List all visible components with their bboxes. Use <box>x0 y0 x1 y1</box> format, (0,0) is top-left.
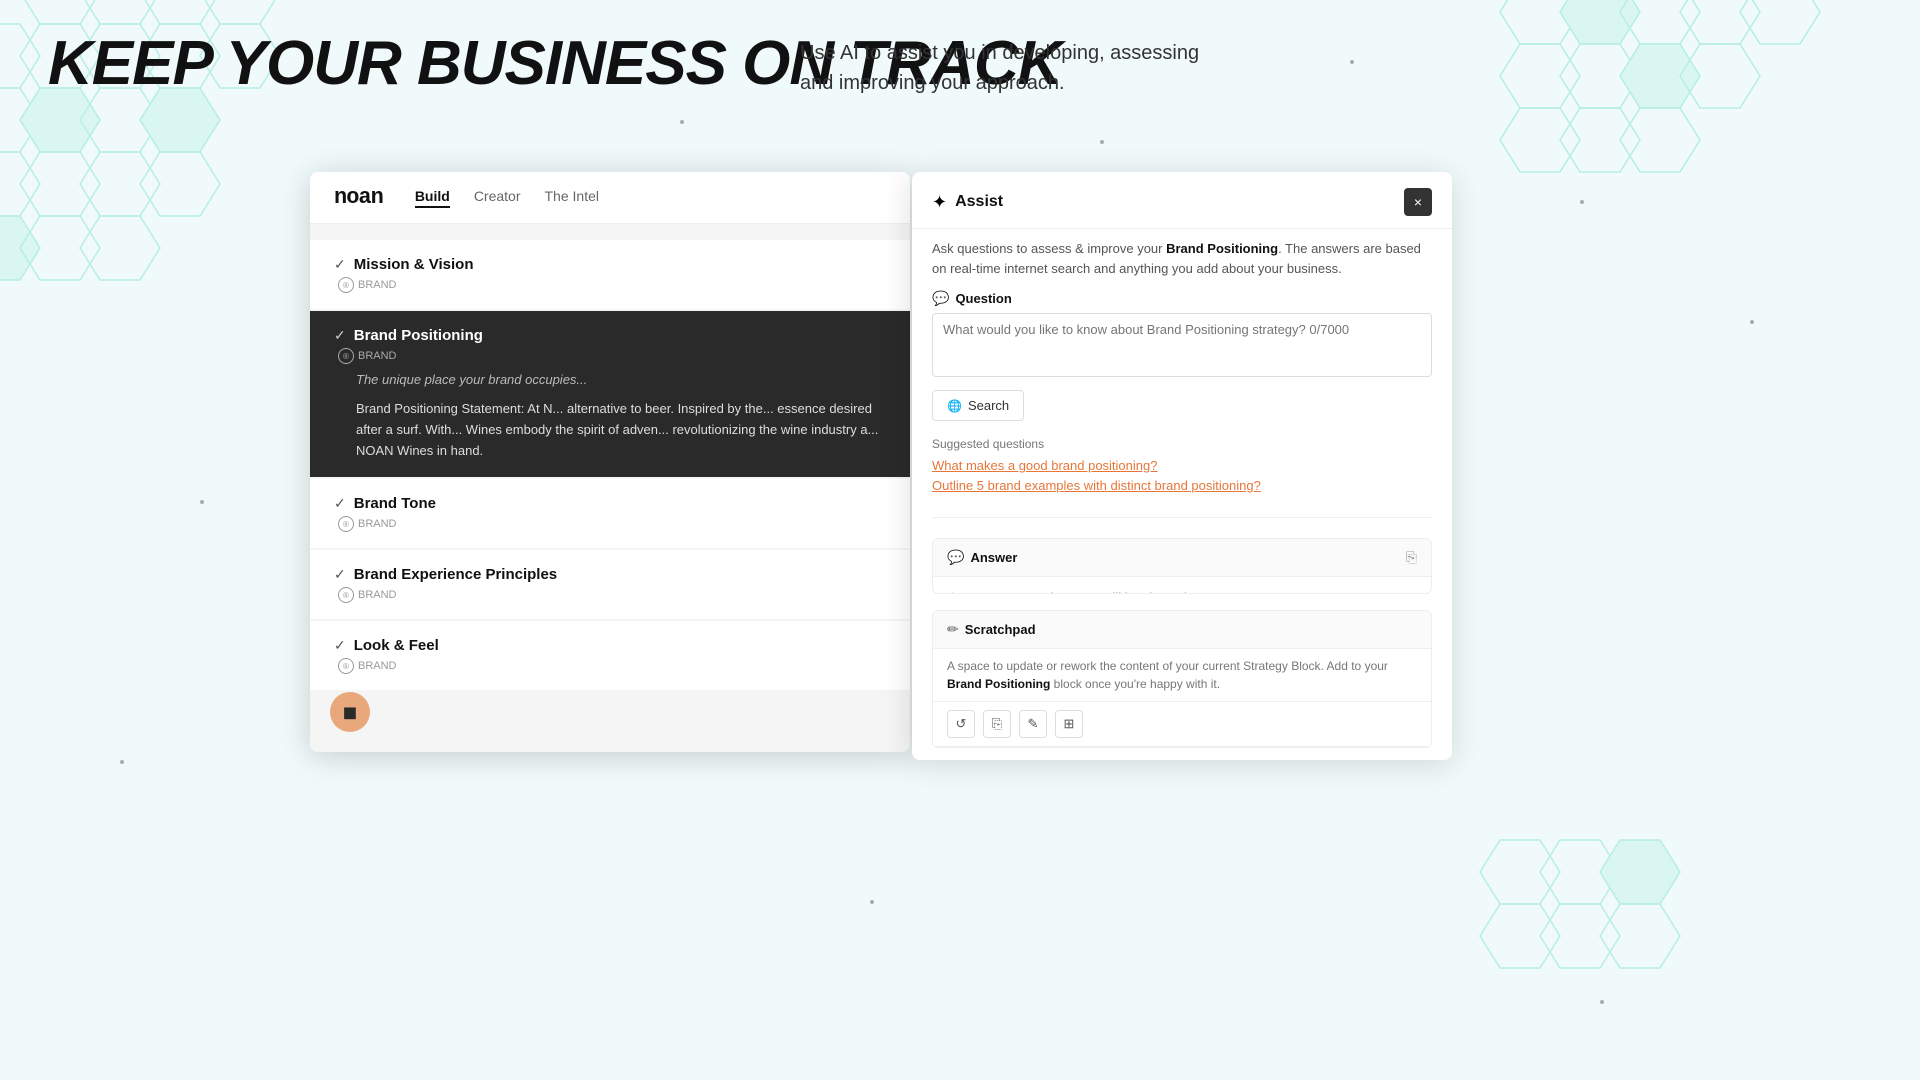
content-area: ✓ Mission & Vision ® BRAND ✓ Brand Posit… <box>310 224 910 752</box>
scratchpad-description: A space to update or rework the content … <box>933 649 1431 702</box>
brand-icon-experience: ® <box>338 587 354 603</box>
nav-tab-creator[interactable]: Creator <box>474 188 521 208</box>
strategy-item-experience[interactable]: ✓ Brand Experience Principles ® BRAND <box>310 550 910 619</box>
brand-badge-look: ® BRAND <box>338 658 886 674</box>
brand-label-mission: BRAND <box>358 279 397 291</box>
check-icon-experience: ✓ <box>334 566 346 583</box>
page-container: KEEP YOUR BUSINESS ON TRACK Use AI to as… <box>0 0 1920 1080</box>
positioning-content: Brand Positioning Statement: At N... alt… <box>356 399 886 461</box>
item-title-experience: Brand Experience Principles <box>354 566 557 583</box>
assist-description: Ask questions to assess & improve your B… <box>912 229 1452 278</box>
nav-tab-intel[interactable]: The Intel <box>545 188 599 208</box>
search-button[interactable]: 🌐 Search <box>932 390 1024 421</box>
answer-section-title: Answer <box>970 550 1017 565</box>
brand-badge-mission: ® BRAND <box>338 277 886 293</box>
answer-header: 💬 Answer ⎘ <box>933 539 1431 577</box>
close-icon: × <box>1414 194 1422 210</box>
nav-tab-build[interactable]: Build <box>415 188 450 208</box>
question-textarea[interactable] <box>932 313 1432 377</box>
answer-sparkle-icon: ✦ <box>947 589 959 595</box>
strategy-item-positioning[interactable]: ✓ Brand Positioning ® BRAND The unique p… <box>310 311 910 477</box>
page-subtitle: Use AI to assist you in developing, asse… <box>800 38 1220 98</box>
nav-tabs: Build Creator The Intel <box>415 188 599 208</box>
question-icon: 💬 <box>932 290 949 307</box>
assist-title-row: ✦ Assist <box>932 192 1003 213</box>
brand-icon-look: ® <box>338 658 354 674</box>
scratchpad-section: ✏ Scratchpad A space to update or rework… <box>932 610 1432 748</box>
answer-section: 💬 Answer ⎘ ✦ Your generated content will… <box>932 538 1432 595</box>
brand-icon-mission: ® <box>338 277 354 293</box>
answer-icon: 💬 <box>947 549 964 566</box>
item-title-mission: Mission & Vision <box>354 256 474 273</box>
scratchpad-actions: ↺ ⎘ ✎ ⊞ <box>933 702 1431 747</box>
scratchpad-tabs: Write Block Preview <box>933 747 1431 748</box>
strategy-item-tone[interactable]: ✓ Brand Tone ® BRAND <box>310 479 910 548</box>
item-title-tone: Brand Tone <box>354 495 436 512</box>
app-window: noan Build Creator The Intel ✓ Mission &… <box>310 172 910 752</box>
suggested-label: Suggested questions <box>932 437 1432 451</box>
brand-label-experience: BRAND <box>358 589 397 601</box>
assist-header: ✦ Assist × <box>912 172 1452 229</box>
search-icon: 🌐 <box>947 399 962 413</box>
suggested-questions: Suggested questions What makes a good br… <box>932 437 1432 497</box>
avatar-button[interactable]: ◼ <box>330 692 370 732</box>
avatar-icon: ◼ <box>343 702 358 723</box>
suggested-q-1-text[interactable]: What makes a good brand positioning? <box>932 458 1157 473</box>
scratchpad-title-row: ✏ Scratchpad <box>947 621 1036 638</box>
brand-badge-tone: ® BRAND <box>338 516 886 532</box>
answer-placeholder: Your generated content will be shown her… <box>965 590 1214 595</box>
item-title-look: Look & Feel <box>354 637 439 654</box>
scratchpad-title: Scratchpad <box>965 622 1036 637</box>
strategy-item-mission[interactable]: ✓ Mission & Vision ® BRAND <box>310 240 910 309</box>
brand-badge-positioning: ® BRAND <box>338 348 886 364</box>
divider-1 <box>932 517 1432 518</box>
answer-content: ✦ Your generated content will be shown h… <box>933 577 1431 595</box>
scratchpad-header: ✏ Scratchpad <box>933 611 1431 649</box>
action-btn-refresh[interactable]: ↺ <box>947 710 975 738</box>
question-section-title: Question <box>955 291 1011 306</box>
item-title-positioning: Brand Positioning <box>354 327 483 344</box>
check-icon-look: ✓ <box>334 637 346 654</box>
assist-desc-prefix: Ask questions to assess & improve your <box>932 241 1166 256</box>
brand-label-tone: BRAND <box>358 518 397 530</box>
assist-title: Assist <box>955 193 1003 211</box>
assist-panel: ✦ Assist × Ask questions to assess & imp… <box>912 172 1452 760</box>
brand-label-positioning: BRAND <box>358 350 397 362</box>
assist-body: 💬 Question 🌐 Search Suggested questions … <box>912 278 1452 760</box>
positioning-description: The unique place your brand occupies... <box>356 372 886 387</box>
brand-icon-tone: ® <box>338 516 354 532</box>
search-button-label: Search <box>968 398 1009 413</box>
scratchpad-icon: ✏ <box>947 621 959 638</box>
action-btn-edit[interactable]: ✎ <box>1019 710 1047 738</box>
assist-desc-subject: Brand Positioning <box>1166 241 1278 256</box>
scratchpad-tab-preview[interactable]: Block Preview <box>997 747 1111 748</box>
check-icon-positioning: ✓ <box>334 327 346 344</box>
action-btn-add[interactable]: ⊞ <box>1055 710 1083 738</box>
suggested-q-2[interactable]: Outline 5 brand examples with distinct b… <box>932 477 1432 497</box>
suggested-q-2-text[interactable]: Outline 5 brand examples with distinct b… <box>932 478 1261 493</box>
check-icon: ✓ <box>334 256 346 273</box>
scratchpad-tab-write[interactable]: Write <box>933 747 997 748</box>
brand-label-look: BRAND <box>358 660 397 672</box>
brand-badge-experience: ® BRAND <box>338 587 886 603</box>
brand-icon-positioning: ® <box>338 348 354 364</box>
answer-title-row: 💬 Answer <box>947 549 1017 566</box>
close-button[interactable]: × <box>1404 188 1432 216</box>
strategy-item-look[interactable]: ✓ Look & Feel ® BRAND <box>310 621 910 690</box>
action-btn-copy[interactable]: ⎘ <box>983 710 1011 738</box>
copy-icon[interactable]: ⎘ <box>1406 549 1417 566</box>
assist-sparkle-icon: ✦ <box>932 192 947 213</box>
logo: noan <box>334 185 383 210</box>
suggested-q-1[interactable]: What makes a good brand positioning? <box>932 457 1432 477</box>
check-icon-tone: ✓ <box>334 495 346 512</box>
question-section: 💬 Question 🌐 Search <box>932 290 1432 421</box>
nav-bar: noan Build Creator The Intel <box>310 172 910 224</box>
scratchpad-subject: Brand Positioning <box>947 677 1050 691</box>
